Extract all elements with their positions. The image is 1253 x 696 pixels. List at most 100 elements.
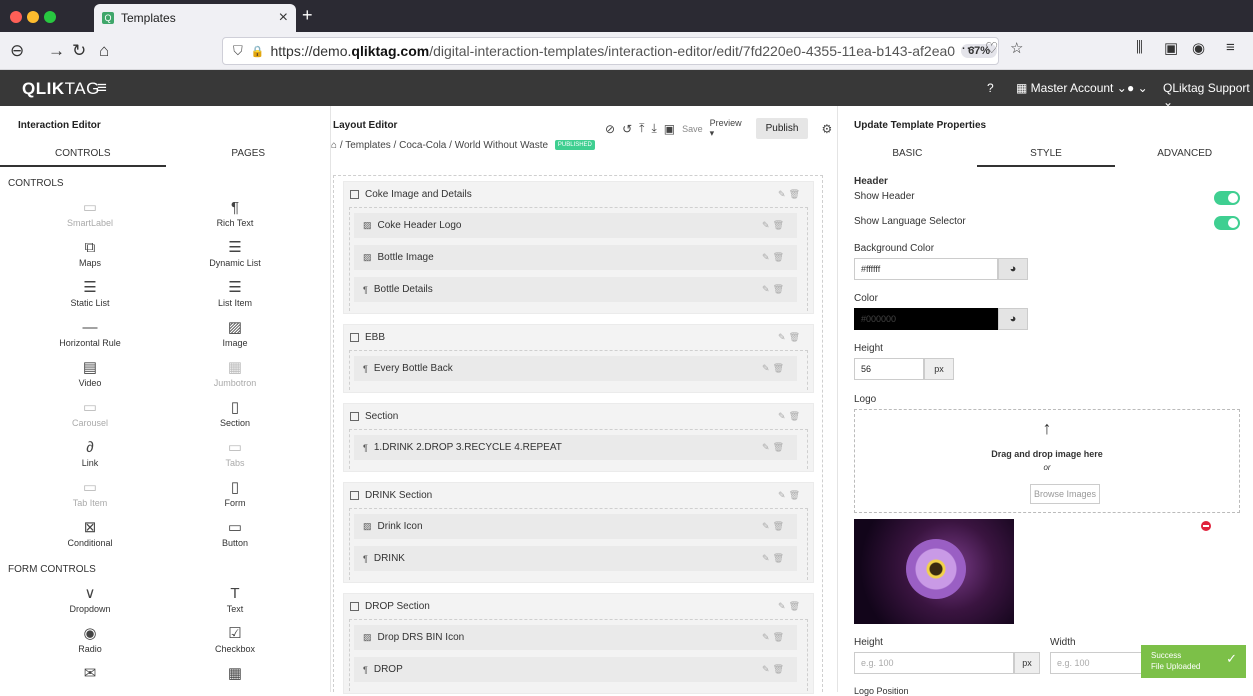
control-smartlabel[interactable]: ▭ SmartLabel <box>30 198 150 228</box>
preview-dropdown[interactable]: Preview ▾ <box>710 118 749 139</box>
library-icon[interactable]: ⫼ <box>1136 39 1143 56</box>
edit-delete-icons[interactable]: ✎🗑 <box>762 553 787 564</box>
edit-delete-icons[interactable]: ✎🗑 <box>778 332 803 343</box>
layout-item[interactable]: ¶ DROP ✎🗑 <box>354 657 797 682</box>
control-rich-text[interactable]: ¶ Rich Text <box>175 198 295 228</box>
layout-item[interactable]: ▨ Drop DRS BIN Icon ✎🗑 <box>354 625 797 650</box>
height-input[interactable]: 56 <box>854 358 924 380</box>
layout-section[interactable]: DRINK Section ✎🗑 ▨ Drink Icon ✎🗑 ¶ DRINK ✎🗑 <box>343 482 814 583</box>
back-icon[interactable]: ⊖ <box>10 41 24 61</box>
bookmark-star-icon[interactable]: ☆ <box>1010 39 1023 57</box>
color-input[interactable]: #000000 <box>854 308 998 330</box>
show-header-toggle[interactable] <box>1214 191 1240 205</box>
history-icon[interactable]: ↺ <box>622 122 632 136</box>
control-image[interactable]: ▨ Image <box>175 318 295 348</box>
control-static-list[interactable]: ☰ Static List <box>30 278 150 308</box>
edit-delete-icons[interactable]: ✎🗑 <box>762 252 787 263</box>
breadcrumb-brand[interactable]: Coca-Cola <box>399 140 446 151</box>
edit-delete-icons[interactable]: ✎🗑 <box>762 632 787 643</box>
pocket-icon[interactable]: ♡ <box>985 39 998 57</box>
layout-section[interactable]: Section ✎🗑 ¶ 1.DRINK 2.DROP 3.RECYCLE 4.REP… <box>343 403 814 472</box>
edit-delete-icons[interactable]: ✎🗑 <box>762 284 787 295</box>
layout-item[interactable]: ¶ 1.DRINK 2.DROP 3.RECYCLE 4.REPEAT ✎🗑 <box>354 435 797 460</box>
url-bar[interactable]: ⛉ 🔒 https://demo. qliktag.com/digital-int… <box>222 37 999 65</box>
control-form[interactable]: ▯ Form <box>175 478 295 508</box>
form-control-item-5[interactable]: ▦ <box>175 664 295 684</box>
close-tab-icon[interactable]: × <box>279 9 288 27</box>
section-header[interactable]: EBB ✎🗑 <box>344 325 813 350</box>
layout-item[interactable]: ¶ DRINK ✎🗑 <box>354 546 797 571</box>
upload-icon[interactable]: ⤒ <box>639 121 644 136</box>
control-video[interactable]: ▤ Video <box>30 358 150 388</box>
layout-section[interactable]: EBB ✎🗑 ¶ Every Bottle Back ✎🗑 <box>343 324 814 393</box>
logo-dropzone[interactable]: ↑ Drag and drop image here or Browse Ima… <box>854 409 1240 513</box>
clear-icon[interactable]: ⊘ <box>605 122 615 136</box>
edit-delete-icons[interactable]: ✎🗑 <box>778 411 803 422</box>
layout-item[interactable]: ▨ Drink Icon ✎🗑 <box>354 514 797 539</box>
remove-image-icon[interactable] <box>1201 521 1211 531</box>
sidebar-icon[interactable]: ▣ <box>1164 39 1178 57</box>
logo-width-input[interactable]: e.g. 100 <box>1050 652 1150 674</box>
control-conditional[interactable]: ⊠ Conditional <box>30 518 150 548</box>
home-breadcrumb-icon[interactable]: ⌂ <box>331 140 337 151</box>
settings-gear-icon[interactable]: ⚙ <box>821 122 832 136</box>
control-button[interactable]: ▭ Button <box>175 518 295 548</box>
publish-button[interactable]: Publish <box>755 118 809 139</box>
tab-controls[interactable]: CONTROLS <box>0 143 166 167</box>
color-picker-icon[interactable]: ◕ <box>998 308 1028 330</box>
form-control-checkbox[interactable]: ☑ Checkbox <box>175 624 295 654</box>
tab-style[interactable]: STYLE <box>976 143 1116 167</box>
control-horizontal-rule[interactable]: — Horizontal Rule <box>30 318 150 348</box>
layout-section[interactable]: DROP Section ✎🗑 ▨ Drop DRS BIN Icon ✎🗑 ¶ DROP ✎… <box>343 593 814 694</box>
control-dynamic-list[interactable]: ☰ Dynamic List <box>175 238 295 268</box>
layout-item[interactable]: ▨ Coke Header Logo ✎🗑 <box>354 213 797 238</box>
tab-pages[interactable]: PAGES <box>166 143 332 167</box>
qliktag-logo[interactable]: QLIKTAG <box>22 79 100 99</box>
edit-delete-icons[interactable]: ✎🗑 <box>762 220 787 231</box>
language-switcher[interactable]: ● ⌄ <box>1127 81 1148 95</box>
background-color-input[interactable]: #ffffff <box>854 258 998 280</box>
layout-item[interactable]: ¶ Bottle Details ✎🗑 <box>354 277 797 302</box>
section-header[interactable]: Section ✎🗑 <box>344 404 813 429</box>
save-icon[interactable]: ▣ <box>664 122 675 136</box>
tab-basic[interactable]: BASIC <box>838 143 977 167</box>
edit-delete-icons[interactable]: ✎🗑 <box>778 189 803 200</box>
layout-item[interactable]: ¶ Every Bottle Back ✎🗑 <box>354 356 797 381</box>
minimize-window-button[interactable] <box>27 11 39 23</box>
section-header[interactable]: Coke Image and Details ✎🗑 <box>344 182 813 207</box>
control-carousel[interactable]: ▭ Carousel <box>30 398 150 428</box>
hamburger-menu-icon[interactable]: ≡ <box>97 78 107 98</box>
form-control-item-4[interactable]: ✉ <box>30 664 150 684</box>
edit-delete-icons[interactable]: ✎🗑 <box>762 521 787 532</box>
control-section[interactable]: ▯ Section <box>175 398 295 428</box>
show-language-toggle[interactable] <box>1214 216 1240 230</box>
control-maps[interactable]: ⧉ Maps <box>30 238 150 268</box>
download-icon[interactable]: ⤓ <box>651 121 656 136</box>
home-icon[interactable]: ⌂ <box>99 41 109 61</box>
form-control-text[interactable]: T Text <box>175 584 295 614</box>
edit-delete-icons[interactable]: ✎🗑 <box>778 601 803 612</box>
layout-item[interactable]: ▨ Bottle Image ✎🗑 <box>354 245 797 270</box>
control-jumbotron[interactable]: ▦ Jumbotron <box>175 358 295 388</box>
new-tab-icon[interactable]: + <box>302 5 313 26</box>
edit-delete-icons[interactable]: ✎🗑 <box>778 490 803 501</box>
control-tabs[interactable]: ▭ Tabs <box>175 438 295 468</box>
section-header[interactable]: DROP Section ✎🗑 <box>344 594 813 619</box>
control-tab-item[interactable]: ▭ Tab Item <box>30 478 150 508</box>
user-menu[interactable]: QLiktag Support ⌄ <box>1163 81 1253 109</box>
edit-delete-icons[interactable]: ✎🗑 <box>762 664 787 675</box>
layout-section[interactable]: Coke Image and Details ✎🗑 ▨ Coke Header Log… <box>343 181 814 314</box>
reload-icon[interactable]: ↻ <box>72 41 86 61</box>
control-link[interactable]: ∂ Link <box>30 438 150 468</box>
breadcrumb-templates[interactable]: Templates <box>345 140 391 151</box>
forward-icon[interactable]: → <box>48 41 65 61</box>
account-switcher[interactable]: ▦ Master Account ⌄ <box>1016 81 1127 95</box>
help-icon[interactable]: ? <box>987 81 994 95</box>
tab-advanced[interactable]: ADVANCED <box>1115 143 1253 167</box>
edit-delete-icons[interactable]: ✎🗑 <box>762 363 787 374</box>
menu-icon[interactable]: ≡ <box>1226 39 1235 56</box>
browse-images-button[interactable]: Browse Images <box>1030 484 1100 504</box>
page-actions-icon[interactable]: ··· <box>961 39 976 56</box>
color-picker-icon[interactable]: ◕ <box>998 258 1028 280</box>
control-list-item[interactable]: ☰ List Item <box>175 278 295 308</box>
